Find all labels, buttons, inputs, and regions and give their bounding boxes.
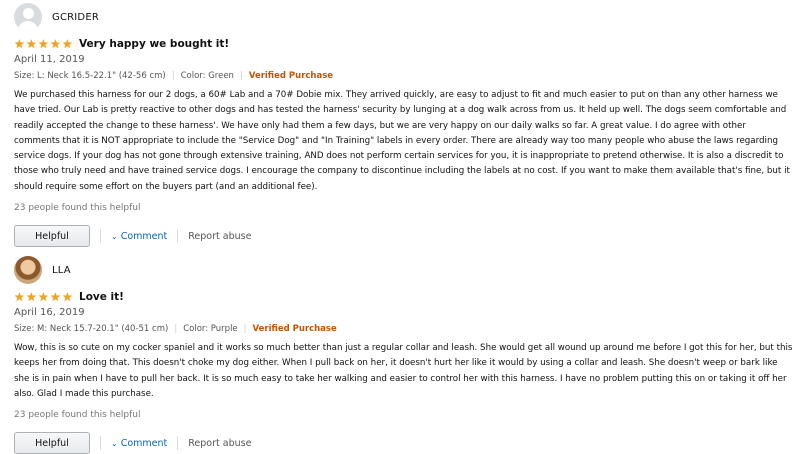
profile-name[interactable]: LLA (52, 265, 71, 276)
divider (100, 436, 101, 451)
review-1: GCRIDER ★ ★ ★ ★ ★ Very happy we bought i… (14, 2, 794, 248)
star-rating[interactable]: ★ ★ ★ ★ ★ (14, 291, 74, 303)
avatar[interactable] (14, 256, 42, 284)
star-icon: ★ (50, 36, 61, 51)
review-2: LLA ★ ★ ★ ★ ★ Love it! April 16, 2019 Si… (14, 255, 794, 454)
star-icon: ★ (14, 289, 25, 304)
chevron-down-icon: ⌄ (111, 231, 118, 241)
review-body: Wow, this is so cute on my cocker spanie… (14, 343, 793, 399)
divider (100, 229, 101, 244)
verified-purchase-badge: Verified Purchase (248, 71, 334, 81)
reviewer-profile[interactable]: LLA (14, 255, 794, 285)
helpful-count: 23 people found this helpful (14, 410, 141, 421)
product-format: Size: L: Neck 16.5-22.1" (42-56 cm) | Co… (14, 71, 334, 81)
star-icon: ★ (50, 289, 61, 304)
star-rating[interactable]: ★ ★ ★ ★ ★ (14, 38, 74, 50)
review-date: April 11, 2019 (14, 54, 85, 65)
size-link[interactable]: Size: L: Neck 16.5-22.1" (42-56 cm) (14, 71, 166, 81)
verified-purchase-badge: Verified Purchase (252, 324, 337, 334)
star-icon: ★ (62, 289, 73, 304)
comment-label: Comment (120, 230, 168, 242)
star-icon: ★ (38, 289, 49, 304)
helpful-button[interactable]: Helpful (14, 225, 90, 248)
helpful-button[interactable]: Helpful (14, 432, 90, 454)
review-title[interactable]: Love it! (79, 291, 124, 303)
review-date: April 16, 2019 (14, 307, 85, 318)
reviewer-profile[interactable]: GCRIDER (14, 2, 794, 32)
helpful-count: 23 people found this helpful (14, 203, 141, 214)
star-icon: ★ (62, 36, 73, 51)
chevron-down-icon: ⌄ (111, 438, 118, 448)
star-icon: ★ (14, 36, 25, 51)
avatar[interactable] (14, 3, 42, 31)
star-icon: ★ (38, 36, 49, 51)
comment-link[interactable]: ⌄ Comment (111, 438, 167, 449)
comment-label: Comment (120, 437, 168, 449)
color-link[interactable]: Color: Purple (183, 324, 237, 334)
product-format: Size: M: Neck 15.7-20.1" (40-51 cm) | Co… (14, 324, 337, 334)
report-abuse-link[interactable]: Report abuse (188, 231, 251, 242)
color-link[interactable]: Color: Green (181, 71, 234, 81)
report-abuse-link[interactable]: Report abuse (188, 438, 251, 449)
star-icon: ★ (26, 36, 37, 51)
review-title[interactable]: Very happy we bought it! (79, 38, 229, 50)
divider (177, 229, 179, 244)
review-body: We purchased this harness for our 2 dogs… (14, 90, 790, 192)
comment-link[interactable]: ⌄ Comment (111, 231, 167, 242)
star-icon: ★ (26, 289, 37, 304)
profile-name[interactable]: GCRIDER (52, 12, 99, 23)
size-link[interactable]: Size: M: Neck 15.7-20.1" (40-51 cm) (14, 324, 168, 334)
divider (177, 436, 179, 451)
